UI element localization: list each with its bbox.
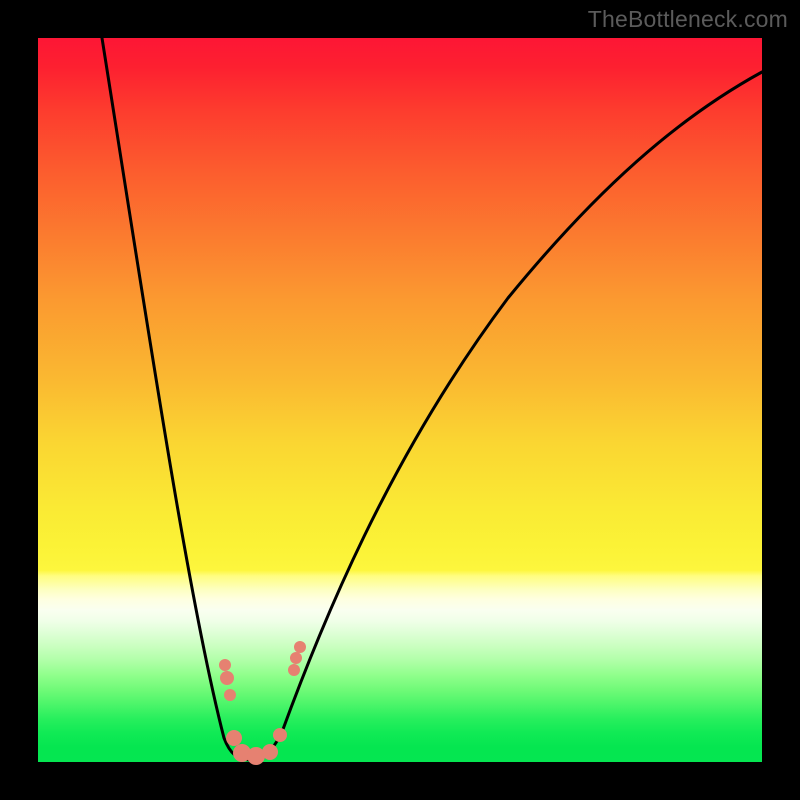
chart-svg — [38, 38, 762, 762]
marker-dot — [224, 689, 236, 701]
marker-dot — [262, 744, 278, 760]
plot-area — [38, 38, 762, 762]
marker-dot — [290, 652, 302, 664]
marker-dot — [288, 664, 300, 676]
marker-dot — [219, 659, 231, 671]
watermark-text: TheBottleneck.com — [588, 6, 788, 33]
marker-dot — [273, 728, 287, 742]
marker-dot — [247, 747, 265, 765]
marker-dot — [220, 671, 234, 685]
outer-frame: TheBottleneck.com — [0, 0, 800, 800]
marker-dot — [294, 641, 306, 653]
bottleneck-curve — [102, 38, 762, 760]
marker-dot — [226, 730, 242, 746]
